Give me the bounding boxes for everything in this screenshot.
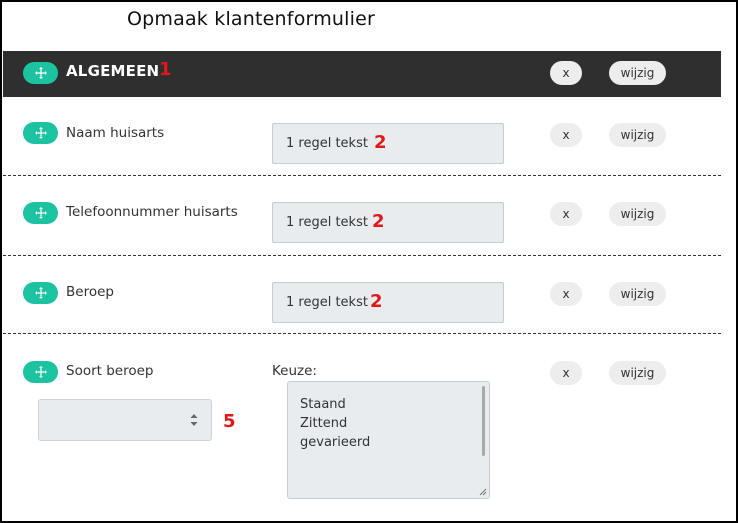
edit-section-button[interactable]: wijzig (609, 61, 666, 85)
delete-field-button[interactable]: x (550, 282, 582, 306)
annotation-marker: 5 (223, 411, 236, 432)
move-arrows-icon (34, 207, 47, 219)
options-textarea[interactable]: Staand Zittend gevarieerd (287, 381, 490, 499)
resize-handle-icon[interactable] (479, 488, 487, 496)
move-handle-button[interactable] (23, 62, 58, 84)
keuze-label: Keuze: (272, 363, 317, 379)
field-type-text: 1 regel tekst (286, 215, 368, 230)
option-item: Staand (300, 397, 346, 412)
annotation-marker: 1 (159, 59, 172, 80)
beroep-select[interactable] (38, 399, 212, 441)
field-label: Telefoonnummer huisarts (66, 204, 238, 220)
move-handle-button[interactable] (23, 282, 58, 304)
text-field-preview[interactable]: 1 regel tekst (272, 202, 504, 243)
section-title: ALGEMEEN (66, 62, 160, 80)
edit-field-button[interactable]: wijzig (609, 123, 666, 147)
scrollbar-thumb[interactable] (482, 386, 485, 456)
row-divider (3, 175, 721, 176)
delete-section-button[interactable]: x (550, 61, 582, 85)
field-label: Soort beroep (66, 363, 154, 379)
delete-field-button[interactable]: x (550, 361, 582, 385)
move-handle-button[interactable] (23, 122, 58, 144)
field-label: Beroep (66, 284, 114, 300)
move-arrows-icon (34, 366, 47, 378)
move-arrows-icon (34, 287, 47, 299)
delete-field-button[interactable]: x (550, 123, 582, 147)
updown-arrows-icon (190, 414, 198, 426)
field-type-text: 1 regel tekst (286, 136, 368, 151)
field-type-text: 1 regel tekst (286, 295, 368, 310)
move-arrows-icon (34, 67, 47, 79)
edit-field-button[interactable]: wijzig (609, 361, 666, 385)
annotation-marker: 2 (374, 132, 387, 153)
page-title: Opmaak klantenformulier (127, 8, 376, 30)
field-label: Naam huisarts (66, 125, 165, 141)
delete-field-button[interactable]: x (550, 202, 582, 226)
edit-field-button[interactable]: wijzig (609, 282, 666, 306)
annotation-marker: 2 (372, 211, 385, 232)
text-field-preview[interactable]: 1 regel tekst (272, 282, 504, 323)
edit-field-button[interactable]: wijzig (609, 202, 666, 226)
text-field-preview[interactable]: 1 regel tekst (272, 123, 504, 164)
option-item: gevarieerd (300, 435, 371, 450)
annotation-marker: 2 (370, 291, 383, 312)
move-handle-button[interactable] (23, 361, 58, 383)
move-arrows-icon (34, 127, 47, 139)
option-item: Zittend (300, 416, 348, 431)
move-handle-button[interactable] (23, 202, 58, 224)
row-divider (3, 333, 721, 334)
row-divider (3, 255, 721, 256)
